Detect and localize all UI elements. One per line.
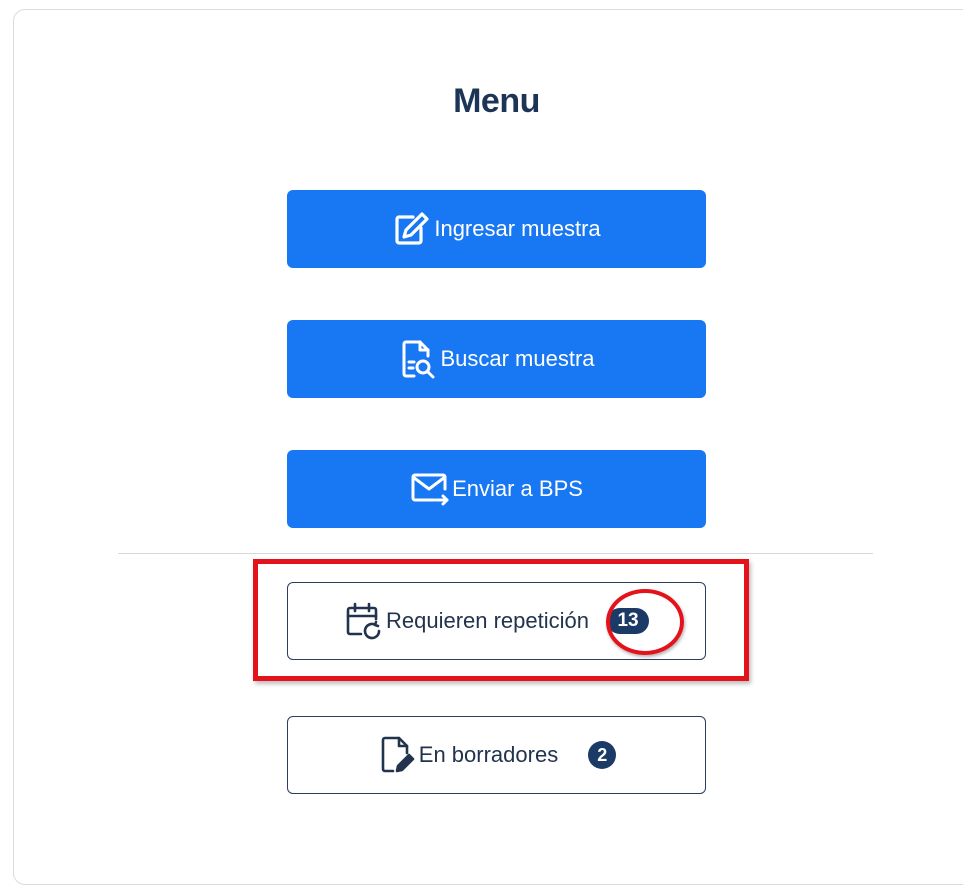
mail-send-icon — [410, 469, 450, 509]
buscar-muestra-label: Buscar muestra — [440, 346, 595, 371]
en-borradores-count-badge: 2 — [588, 741, 617, 769]
enviar-a-bps-label: Enviar a BPS — [452, 476, 583, 501]
en-borradores-button[interactable]: En borradores 2 — [287, 716, 706, 794]
document-edit-icon — [377, 735, 417, 775]
en-borradores-label: En borradores — [418, 742, 559, 767]
ingresar-muestra-button[interactable]: Ingresar muestra — [287, 190, 706, 268]
badge-highlight-ring — [606, 589, 684, 655]
menu-divider — [118, 553, 873, 554]
enviar-a-bps-button[interactable]: Enviar a BPS — [287, 450, 706, 528]
document-search-icon — [398, 339, 438, 379]
menu-title: Menu — [453, 82, 540, 120]
edit-icon — [392, 209, 432, 249]
buscar-muestra-button[interactable]: Buscar muestra — [287, 320, 706, 398]
ingresar-muestra-label: Ingresar muestra — [434, 216, 601, 241]
